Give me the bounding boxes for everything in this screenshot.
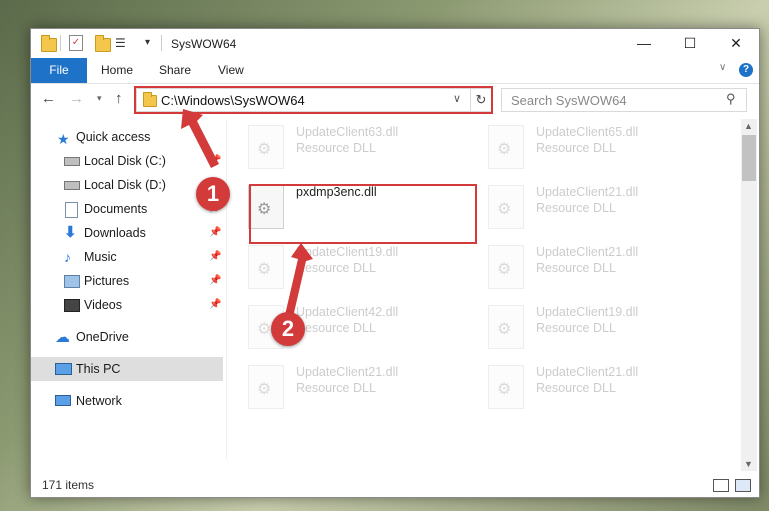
- explorer-window: ✓ ☰ ▾ SysWOW64 — ☐ ✕ File Home Share Vie…: [30, 28, 760, 498]
- step-1-badge: 1: [196, 177, 230, 211]
- arrow-2: [285, 243, 313, 317]
- step-2-badge: 2: [271, 312, 305, 346]
- arrow-1: [181, 109, 219, 168]
- annotation-arrows: [181, 109, 313, 317]
